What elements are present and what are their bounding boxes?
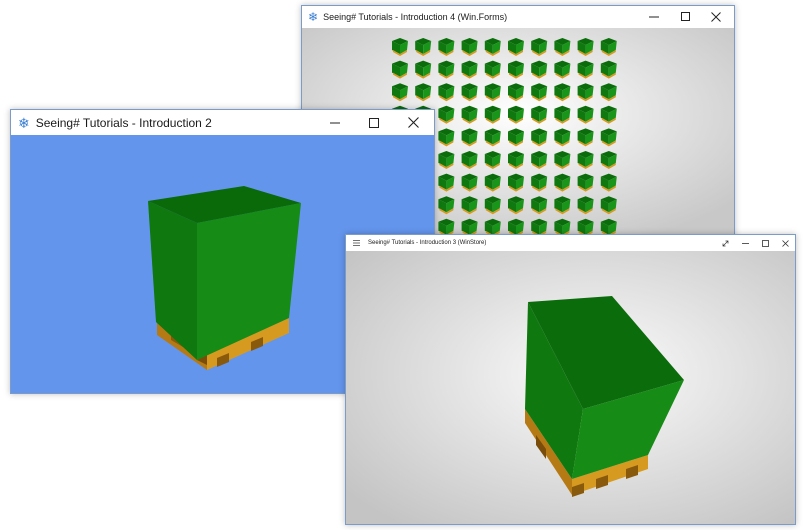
render-viewport[interactable]: [346, 251, 795, 524]
winforms-titlebar[interactable]: ❄ Seeing# Tutorials - Introduction 4 (Wi…: [302, 6, 734, 28]
window-title: Seeing# Tutorials - Introduction 2: [35, 115, 212, 130]
fullscreen-button[interactable]: [717, 235, 733, 251]
minimize-button[interactable]: [737, 235, 753, 251]
minimize-icon: [649, 16, 659, 18]
snowflake-icon: ❄: [308, 10, 319, 24]
maximize-icon: [761, 239, 769, 247]
winstore-window[interactable]: Seeing# Tutorials - Introduction 3 (WinS…: [345, 234, 796, 525]
maximize-button[interactable]: [757, 235, 773, 251]
close-button[interactable]: [777, 235, 793, 251]
window-title: Seeing# Tutorials - Introduction 3 (WinS…: [368, 240, 487, 246]
maximize-icon: [369, 117, 379, 128]
close-icon: [407, 117, 419, 128]
close-button[interactable]: [702, 6, 730, 28]
window-title: Seeing# Tutorials - Introduction 4 (Win.…: [323, 12, 508, 22]
close-icon: [781, 239, 789, 247]
maximize-button[interactable]: [357, 110, 391, 135]
box-on-pallet-scene: [346, 251, 795, 524]
maximize-icon: [681, 12, 690, 21]
hamburger-menu-icon[interactable]: [353, 240, 360, 246]
close-button[interactable]: [396, 110, 430, 135]
snowflake-icon: ❄: [18, 114, 30, 131]
close-icon: [711, 12, 721, 22]
maximize-button[interactable]: [672, 6, 700, 28]
minimize-icon: [330, 122, 340, 123]
minimize-button[interactable]: [318, 110, 352, 135]
minimize-button[interactable]: [640, 6, 668, 28]
minimize-icon: [741, 242, 749, 244]
fullscreen-icon: [722, 240, 728, 246]
